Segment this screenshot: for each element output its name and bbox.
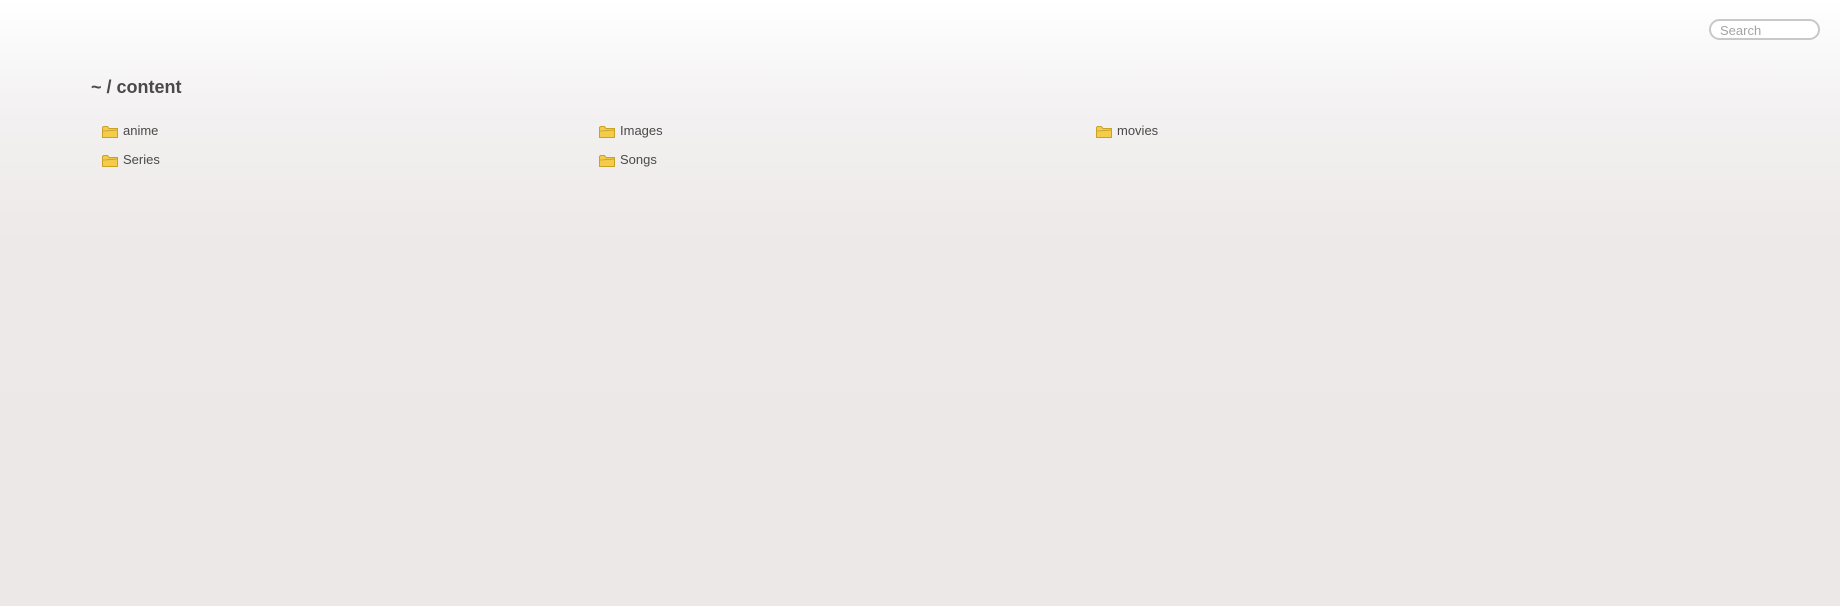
breadcrumb: ~ / content	[91, 77, 182, 97]
folder-label: anime	[123, 122, 159, 138]
folder-item-series[interactable]: Series	[102, 149, 160, 169]
folder-item-songs[interactable]: Songs	[599, 149, 657, 169]
search-input[interactable]	[1709, 19, 1820, 40]
folder-icon	[599, 125, 615, 138]
folder-label: Songs	[620, 151, 657, 167]
folder-label: Images	[620, 122, 663, 138]
folder-label: movies	[1117, 122, 1159, 138]
folder-item-anime[interactable]: anime	[102, 120, 158, 140]
folder-item-movies[interactable]: movies	[1096, 120, 1158, 140]
folder-icon	[102, 154, 118, 167]
folder-icon	[102, 125, 118, 138]
folder-item-images[interactable]: Images	[599, 120, 663, 140]
folder-icon	[1096, 125, 1112, 138]
folder-icon	[599, 154, 615, 167]
folder-label: Series	[123, 151, 160, 167]
search-box	[1709, 19, 1820, 40]
page-background: ~ / content anime Images mo	[0, 0, 1840, 606]
